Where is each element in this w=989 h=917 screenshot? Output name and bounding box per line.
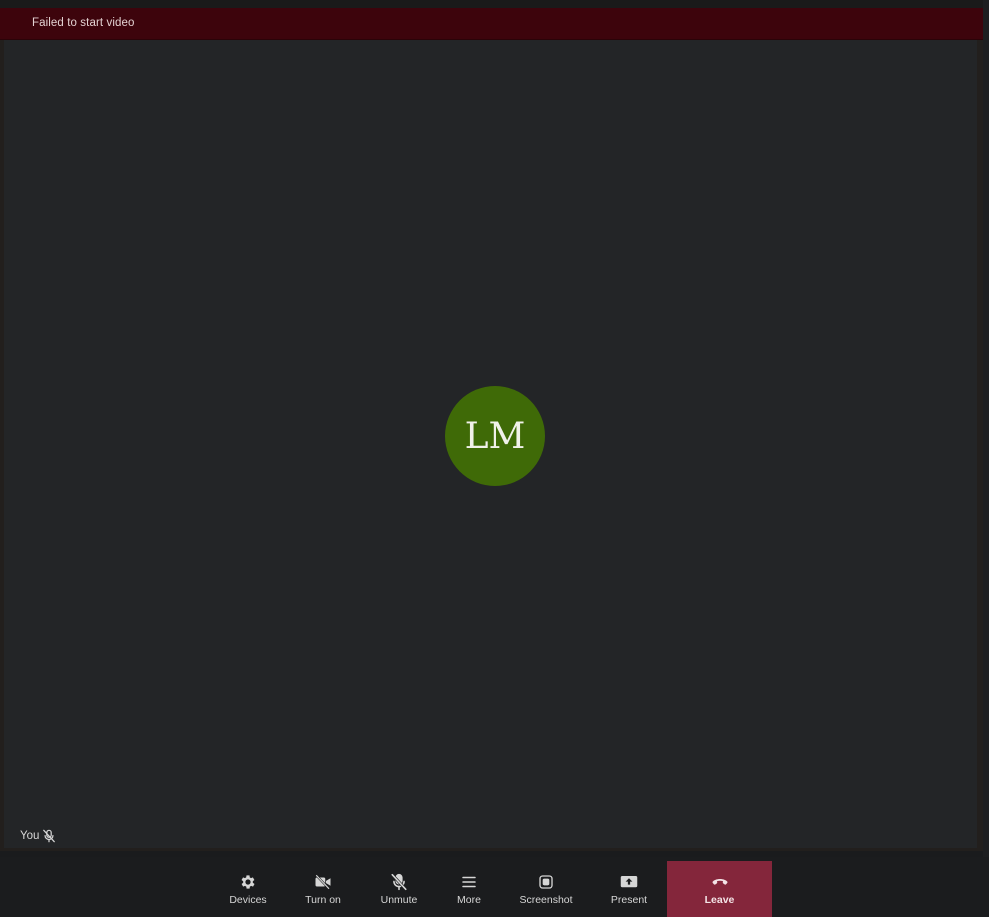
camera-off-icon — [314, 873, 332, 891]
more-button[interactable]: More — [448, 861, 490, 917]
devices-label: Devices — [229, 894, 267, 906]
video-stage: LM You — [0, 8, 983, 851]
gear-icon — [239, 873, 257, 891]
hangup-icon — [711, 873, 729, 891]
right-edge — [983, 0, 989, 857]
more-label: More — [457, 894, 481, 906]
present-label: Present — [610, 894, 648, 906]
screenshot-icon — [538, 873, 554, 891]
devices-button[interactable]: Devices — [222, 861, 274, 917]
menu-icon — [460, 873, 478, 891]
camera-label: Turn on — [305, 894, 341, 906]
mic-button[interactable]: Unmute — [376, 861, 422, 917]
screenshot-label: Screenshot — [519, 894, 573, 906]
avatar: LM — [445, 386, 545, 486]
error-message: Failed to start video — [32, 17, 135, 29]
call-toolbar: Devices Turn on Unmute More Screenshot P… — [0, 857, 989, 917]
leave-label: Leave — [704, 894, 735, 906]
participant-tile[interactable]: LM You — [4, 8, 977, 848]
mic-off-icon — [42, 829, 56, 843]
participant-name-tag: You — [20, 828, 56, 844]
mic-label: Unmute — [380, 894, 418, 906]
video-call-app: LM You Failed to start video Devices Tur… — [0, 0, 989, 917]
top-strip — [0, 0, 989, 8]
error-banner: Failed to start video — [0, 8, 985, 40]
camera-button[interactable]: Turn on — [298, 861, 348, 917]
present-button[interactable]: Present — [606, 861, 652, 917]
mic-off-icon — [390, 873, 408, 891]
participant-name: You — [20, 830, 40, 842]
screenshot-button[interactable]: Screenshot — [516, 861, 576, 917]
leave-button[interactable]: Leave — [667, 861, 772, 917]
present-icon — [620, 873, 638, 891]
